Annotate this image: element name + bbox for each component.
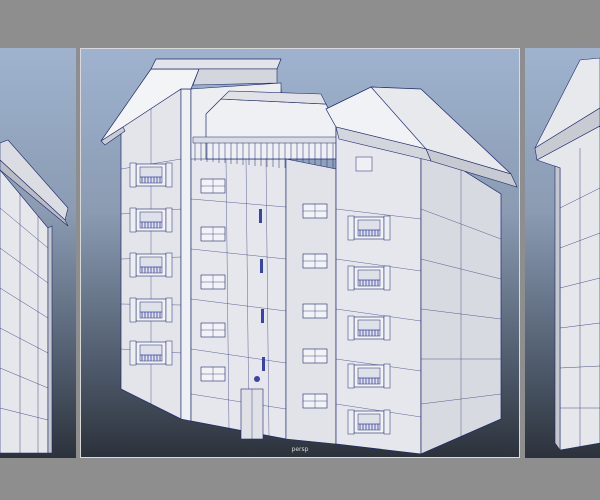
right-viewport[interactable] [525, 48, 600, 458]
right-building-model [534, 57, 600, 451]
left-building-model [0, 139, 69, 454]
camera-label: persp [291, 446, 309, 453]
apartment-building-model [100, 58, 518, 455]
perspective-viewport[interactable]: persp [80, 48, 520, 458]
left-viewport[interactable] [0, 48, 76, 458]
